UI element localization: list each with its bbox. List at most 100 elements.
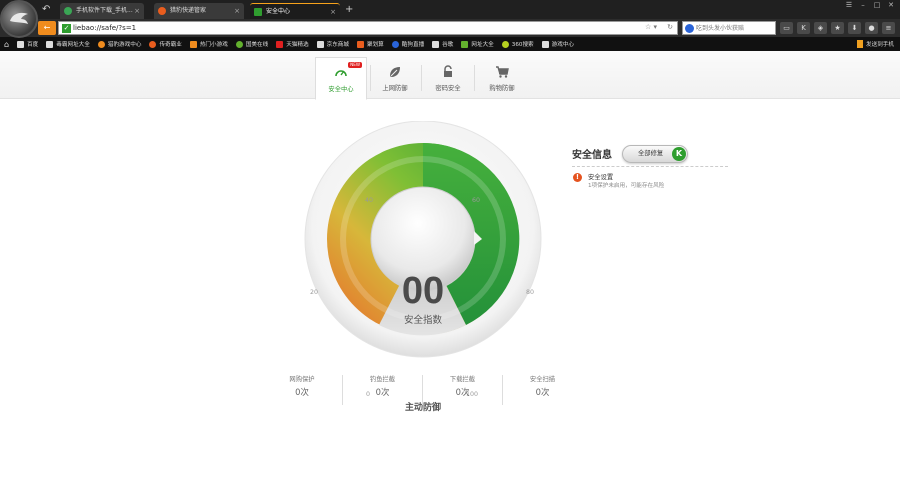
bookmark-item[interactable]: 猎豹游戏中心 bbox=[97, 40, 141, 48]
site-icon bbox=[391, 40, 399, 48]
issue-description: 1项保护未启用，可能存在风险 bbox=[588, 183, 665, 189]
stat-label: 钓鱼拦截 bbox=[369, 376, 396, 383]
skin-icon[interactable]: ☰ bbox=[844, 1, 854, 9]
url-input[interactable] bbox=[73, 22, 633, 34]
bookmark-item[interactable]: 聚划算 bbox=[356, 40, 384, 48]
menu-icon[interactable]: ≡ bbox=[882, 22, 895, 34]
site-icon bbox=[356, 40, 364, 48]
bookmark-item[interactable]: 网址大全 bbox=[461, 40, 494, 48]
bookmark-item[interactable]: 酷狗直播 bbox=[391, 40, 424, 48]
score-label: 安全指数 bbox=[403, 315, 442, 326]
tab-label: 安全中心 bbox=[328, 86, 354, 93]
page-icon bbox=[541, 40, 549, 48]
stat-security-scan: 安全扫描 0次 bbox=[502, 375, 582, 405]
bookmark-item[interactable]: 百度 bbox=[17, 40, 38, 48]
browser-logo-icon[interactable] bbox=[0, 0, 38, 38]
bookmarks-bar: ⌂ 百度 毒霸网址大全 猎豹游戏中心 传奇霸业 热门小游戏 国美在线 天猫精选 … bbox=[0, 37, 900, 51]
warning-icon: ! bbox=[573, 173, 582, 182]
site-icon bbox=[501, 40, 509, 48]
tab-close-icon[interactable]: × bbox=[330, 4, 336, 19]
stat-phishing-block: 钓鱼拦截 0次 bbox=[342, 375, 422, 405]
security-score: 00 bbox=[401, 270, 445, 312]
cheetah-icon bbox=[10, 12, 28, 24]
gauge-tick-label: 60 bbox=[472, 197, 481, 204]
issue-title: 安全设置 bbox=[588, 174, 614, 181]
page-icon bbox=[17, 40, 25, 48]
divider bbox=[474, 65, 475, 91]
browser-tab-3-active[interactable]: 安全中心 × bbox=[250, 3, 340, 19]
tab-label: 购物防御 bbox=[489, 85, 515, 92]
address-bar[interactable]: ✓ ☆ ▾ ↻ bbox=[58, 21, 678, 35]
favorite-icon[interactable]: ★ bbox=[831, 22, 844, 34]
browser-tab-bar: ↶ 手机软件下载_手机... × 猎豹快递管家 × 安全中心 × + ☰ – □… bbox=[0, 0, 900, 19]
stat-value: 0次 bbox=[295, 387, 309, 397]
security-issue-item[interactable]: ! 安全设置 1项保护未启用，可能存在风险 bbox=[572, 173, 728, 191]
send-to-phone-link[interactable]: 发送到手机 bbox=[857, 40, 894, 48]
gauge-icon bbox=[335, 70, 347, 77]
page-icon bbox=[316, 40, 324, 48]
toolbar-buttons: ▭ K ◈ ★ ⬇ ● ≡ bbox=[780, 22, 895, 34]
browser-tab-1[interactable]: 手机软件下载_手机... × bbox=[60, 3, 144, 19]
tab-title: 手机软件下载_手机... bbox=[76, 7, 133, 14]
baidu-paw-icon bbox=[685, 24, 694, 33]
bookmark-item[interactable]: 热门小游戏 bbox=[189, 40, 228, 48]
site-icon bbox=[189, 40, 197, 48]
back-arrow-icon[interactable]: ↶ bbox=[42, 4, 54, 16]
star-icon[interactable]: ☆ ▾ bbox=[645, 23, 657, 31]
download-icon[interactable]: ⬇ bbox=[848, 22, 861, 34]
bookmark-item[interactable]: 毒霸网址大全 bbox=[46, 40, 90, 48]
refresh-icon[interactable]: ↻ bbox=[667, 23, 673, 31]
security-info-panel: 安全信息 全部修复 K ! 安全设置 1项保护未启用，可能存在风险 bbox=[572, 144, 728, 191]
bookmark-item[interactable]: 360搜索 bbox=[501, 40, 534, 48]
search-input[interactable] bbox=[696, 22, 774, 34]
shield-leaf-icon bbox=[390, 67, 400, 77]
home-icon[interactable]: ⌂ bbox=[4, 40, 9, 49]
stat-value: 0次 bbox=[375, 387, 390, 397]
shield-icon[interactable]: ◈ bbox=[814, 22, 827, 34]
bookmark-item[interactable]: 谷歌 bbox=[432, 40, 453, 48]
browser-tab-2[interactable]: 猎豹快递管家 × bbox=[154, 3, 244, 19]
tab-title: 猎豹快递管家 bbox=[170, 7, 207, 14]
tab-close-icon[interactable]: × bbox=[134, 3, 140, 19]
lock-icon bbox=[444, 65, 452, 77]
tab-password-security[interactable]: 密码安全 bbox=[422, 57, 474, 99]
navigation-bar: ← ✓ ☆ ▾ ↻ ▭ K ◈ ★ ⬇ ● ≡ bbox=[0, 19, 900, 37]
site-icon bbox=[235, 40, 243, 48]
security-info-title: 安全信息 bbox=[572, 150, 612, 161]
fix-all-button[interactable]: 全部修复 K bbox=[622, 144, 688, 163]
search-box[interactable] bbox=[682, 21, 776, 35]
tab-shopping-defense[interactable]: 购物防御 bbox=[476, 57, 528, 99]
game-controller-icon[interactable]: ● bbox=[865, 22, 878, 34]
security-info-header: 安全信息 全部修复 K bbox=[572, 144, 728, 167]
bookmark-item[interactable]: 传奇霸业 bbox=[149, 40, 182, 48]
bookmark-item[interactable]: 天猫精选 bbox=[276, 40, 309, 48]
stat-value: 0次 bbox=[455, 387, 470, 397]
new-badge: NEW bbox=[348, 62, 362, 68]
gauge-tick-label: 40 bbox=[365, 197, 374, 204]
kingsoft-k-icon: K bbox=[672, 146, 686, 161]
kingsoft-k-icon[interactable]: K bbox=[797, 22, 810, 34]
site-icon bbox=[276, 40, 284, 48]
page-icon bbox=[46, 40, 54, 48]
screenshot-icon[interactable]: ▭ bbox=[780, 22, 793, 34]
bookmark-item[interactable]: 游戏中心 bbox=[541, 40, 574, 48]
bookmark-item[interactable]: 京东商城 bbox=[316, 40, 349, 48]
tab-label: 上网防御 bbox=[382, 85, 408, 92]
new-tab-button[interactable]: + bbox=[345, 4, 353, 16]
bookmark-item[interactable]: 国美在线 bbox=[235, 40, 268, 48]
tab-favicon-icon bbox=[64, 7, 72, 15]
tab-close-icon[interactable]: × bbox=[234, 3, 240, 19]
site-icon bbox=[97, 40, 105, 48]
window-controls: ☰ – □ ✕ bbox=[844, 1, 896, 9]
page-icon bbox=[432, 40, 440, 48]
minimize-icon[interactable]: – bbox=[858, 1, 868, 9]
tab-security-center[interactable]: NEW 安全中心 bbox=[315, 57, 367, 100]
site-icon bbox=[461, 40, 469, 48]
tab-favicon-icon bbox=[158, 7, 166, 15]
maximize-icon[interactable]: □ bbox=[872, 1, 882, 9]
close-icon[interactable]: ✕ bbox=[886, 1, 896, 9]
gauge-dial bbox=[304, 120, 542, 358]
tab-web-defense[interactable]: 上网防御 bbox=[369, 57, 421, 99]
tab-label: 密码安全 bbox=[435, 85, 461, 92]
back-button[interactable]: ← bbox=[38, 21, 56, 35]
